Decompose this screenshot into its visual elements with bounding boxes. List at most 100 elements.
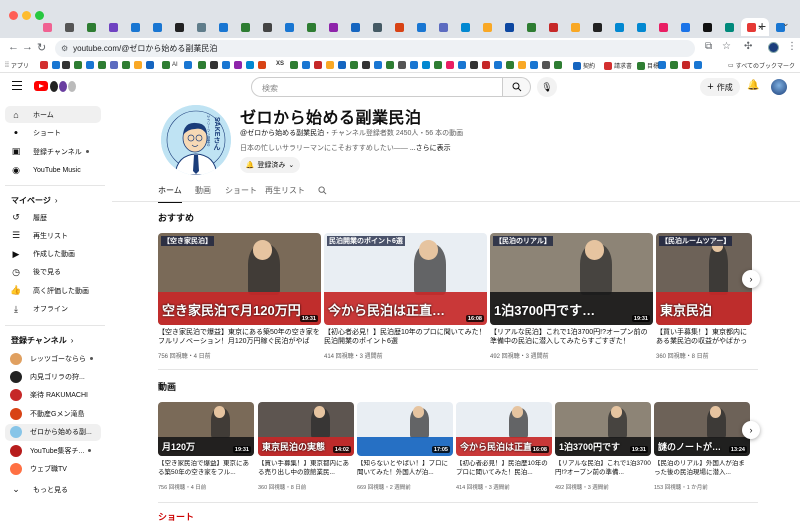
browser-tab[interactable] xyxy=(103,18,124,36)
account-avatar[interactable] xyxy=(771,79,787,95)
video-thumbnail[interactable]: 今から民泊は正直… 民泊開業のポイント6選 16:08 xyxy=(324,233,487,325)
extensions-icon[interactable]: ✣ xyxy=(744,41,752,52)
sidebar-item-watch-later[interactable]: ◷ 後で見る xyxy=(5,264,101,281)
browser-tab[interactable] xyxy=(235,18,256,36)
video-title[interactable]: 【初心者必見！】民泊歴10年のプロに聞いてみた！民泊... xyxy=(456,460,552,478)
subscription-item[interactable]: 内見ゴリラの狩... xyxy=(5,368,101,385)
subscription-item[interactable]: ウェブ職TV xyxy=(5,460,101,477)
video-thumbnail[interactable]: 月120万 19:31 xyxy=(158,402,254,456)
new-tab-button[interactable]: + xyxy=(758,18,766,34)
browser-tab[interactable] xyxy=(191,18,212,36)
bookmark-favicon-icon[interactable] xyxy=(682,61,690,69)
browser-tab[interactable] xyxy=(213,18,234,36)
subscriptions-heading[interactable]: 登録チャンネル › xyxy=(11,335,73,346)
subscription-item[interactable]: 楽待 RAKUMACHI xyxy=(5,387,101,404)
bookmark-xs[interactable]: XS xyxy=(276,61,284,67)
channel-description[interactable]: 日本の忙しいサラリーマンにこそおすすめしたい—— ...さらに表示 xyxy=(240,143,451,153)
video-title[interactable]: 【買い手募集！】東京都内にある業民泊の収益がやばかった件につ... xyxy=(656,328,752,346)
bookmark-favicon-icon[interactable] xyxy=(338,61,346,69)
video-thumbnail[interactable]: 1泊3700円です… 【民泊のリアル】 19:31 xyxy=(490,233,653,325)
channel-search-icon[interactable] xyxy=(318,186,327,195)
bookmark-favicon-icon[interactable] xyxy=(210,61,218,69)
sidebar-item-history[interactable]: ↺ 履歴 xyxy=(5,209,101,226)
url-bar[interactable]: ⚙ youtube.com/@ゼロから始める副業民泊 xyxy=(55,40,695,57)
bookmark-goal[interactable]: 目標 xyxy=(637,61,659,70)
bookmark-favicon-icon[interactable] xyxy=(398,61,406,69)
sidebar-item-your-videos[interactable]: ▶ 作成した動画 xyxy=(5,246,101,263)
install-app-icon[interactable]: ⧉ xyxy=(705,41,712,52)
menu-icon[interactable] xyxy=(12,81,22,92)
tab-shorts[interactable]: ショート xyxy=(225,185,257,196)
forward-button[interactable]: → xyxy=(22,41,33,53)
video-thumbnail[interactable]: 謎のノートが… 13:24 xyxy=(654,402,750,456)
create-button[interactable]: + 作成 xyxy=(700,78,740,96)
reload-button[interactable]: ↻ xyxy=(37,41,46,54)
bookmark-favicon-icon[interactable] xyxy=(506,61,514,69)
bookmark-favicon-icon[interactable] xyxy=(458,61,466,69)
tab-search-icon[interactable]: ⌄ xyxy=(782,18,790,29)
voice-search-button[interactable]: 🎙 xyxy=(537,77,557,97)
bookmark-invoice[interactable]: 請求書 xyxy=(604,61,632,70)
video-thumbnail[interactable]: 東京民泊 【民泊ルームツアー】 xyxy=(656,233,752,325)
browser-tab[interactable] xyxy=(697,18,718,36)
bookmark-favicon-icon[interactable] xyxy=(670,61,678,69)
bookmark-favicon-icon[interactable] xyxy=(86,61,94,69)
video-title[interactable]: 【空き家民泊で爆益】東京にある築50年の空き家をフル... xyxy=(158,460,254,478)
bookmark-favicon-icon[interactable] xyxy=(110,61,118,69)
search-button[interactable] xyxy=(503,77,531,97)
browser-tab[interactable] xyxy=(543,18,564,36)
bookmark-favicon-icon[interactable] xyxy=(74,61,82,69)
sidebar-item-liked[interactable]: 👍 高く評価した動画 xyxy=(5,282,101,299)
video-thumbnail[interactable]: 空き家民泊で月120万円 【空き家民泊】 19:31 xyxy=(158,233,321,325)
browser-profile-avatar[interactable] xyxy=(768,42,779,53)
channel-avatar[interactable]: SAKEさん サラリーマン副業の xyxy=(161,105,231,175)
bookmark-favicon-icon[interactable] xyxy=(98,61,106,69)
video-thumbnail[interactable]: 17:05 xyxy=(357,402,453,456)
browser-tab[interactable] xyxy=(719,18,740,36)
bookmark-favicon-icon[interactable] xyxy=(410,61,418,69)
browser-menu-icon[interactable]: ⋮ xyxy=(787,41,797,52)
sidebar-item-playlist[interactable]: ☰ 再生リスト xyxy=(5,227,101,244)
bookmark-favicon-icon[interactable] xyxy=(326,61,334,69)
search-input[interactable]: 検索 xyxy=(251,77,503,97)
subscription-item[interactable]: ゼロから始める副... xyxy=(5,423,101,441)
show-more-link[interactable]: ...さらに表示 xyxy=(410,145,451,152)
videos-next-button[interactable]: › xyxy=(742,421,760,439)
bookmark-favicon-icon[interactable] xyxy=(518,61,526,69)
bookmark-favicon-icon[interactable] xyxy=(530,61,538,69)
browser-tab[interactable] xyxy=(499,18,520,36)
browser-tab[interactable] xyxy=(433,18,454,36)
bookmark-favicon-icon[interactable] xyxy=(494,61,502,69)
browser-tab[interactable] xyxy=(411,18,432,36)
close-window-button[interactable] xyxy=(9,11,18,20)
browser-tab[interactable] xyxy=(257,18,278,36)
bookmark-favicon-icon[interactable] xyxy=(302,61,310,69)
subscription-item[interactable]: 不動産Gメン滝島 xyxy=(5,405,101,422)
browser-tab[interactable] xyxy=(675,18,696,36)
browser-tab[interactable] xyxy=(367,18,388,36)
bookmark-favicon-icon[interactable] xyxy=(694,61,702,69)
browser-tab[interactable] xyxy=(477,18,498,36)
tab-videos[interactable]: 動画 xyxy=(195,185,211,196)
browser-tab[interactable] xyxy=(609,18,630,36)
bookmark-favicon-icon[interactable] xyxy=(184,61,192,69)
bookmark-favicon-icon[interactable] xyxy=(290,61,298,69)
bookmark-favicon-icon[interactable] xyxy=(542,61,550,69)
video-thumbnail[interactable]: 1泊3700円です 19:31 xyxy=(555,402,651,456)
site-info-icon[interactable]: ⚙ xyxy=(61,44,68,53)
bookmark-favicon-icon[interactable] xyxy=(386,61,394,69)
bookmark-favicon-icon[interactable] xyxy=(134,61,142,69)
apps-bookmark[interactable]: ⁞⁞ アプリ xyxy=(5,61,29,70)
browser-tab[interactable] xyxy=(279,18,300,36)
bookmark-favicon-icon[interactable] xyxy=(62,61,70,69)
sidebar-item-shorts[interactable]: ꔷ ショート xyxy=(5,125,101,142)
sidebar-item-home[interactable]: ⌂ ホーム xyxy=(5,106,101,123)
bookmark-favicon-icon[interactable] xyxy=(258,61,266,69)
bookmark-favicon-icon[interactable] xyxy=(482,61,490,69)
notifications-bell-icon[interactable]: 🔔 xyxy=(747,80,759,91)
bookmark-favicon-icon[interactable] xyxy=(362,61,370,69)
sidebar-item-subscriptions[interactable]: ▣ 登録チャンネル xyxy=(5,143,101,160)
bookmark-favicon-icon[interactable] xyxy=(658,61,666,69)
browser-tab[interactable] xyxy=(653,18,674,36)
bookmark-favicon-icon[interactable] xyxy=(374,61,382,69)
